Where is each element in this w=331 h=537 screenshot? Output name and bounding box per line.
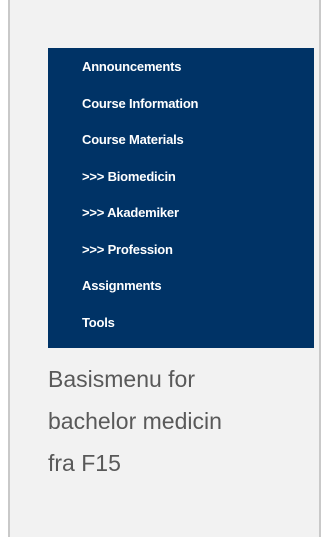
menu-item-profession[interactable]: >>> Profession bbox=[48, 238, 314, 275]
caption-line-2: bachelor medicin bbox=[48, 408, 222, 434]
menu-item-assignments[interactable]: Assignments bbox=[48, 274, 314, 311]
caption-line-1: Basismenu for bbox=[48, 366, 196, 392]
menu-item-biomedicin[interactable]: >>> Biomedicin bbox=[48, 165, 314, 202]
menu-item-course-information[interactable]: Course Information bbox=[48, 92, 314, 129]
menu-item-announcements[interactable]: Announcements bbox=[48, 55, 314, 92]
course-menu: Announcements Course Information Course … bbox=[48, 48, 314, 348]
menu-item-tools[interactable]: Tools bbox=[48, 311, 314, 348]
caption-line-3: fra F15 bbox=[48, 450, 121, 476]
menu-item-akademiker[interactable]: >>> Akademiker bbox=[48, 201, 314, 238]
image-caption: Basismenu for bachelor medicin fra F15 bbox=[48, 358, 318, 484]
menu-item-course-materials[interactable]: Course Materials bbox=[48, 128, 314, 165]
content-panel: Announcements Course Information Course … bbox=[8, 0, 321, 537]
